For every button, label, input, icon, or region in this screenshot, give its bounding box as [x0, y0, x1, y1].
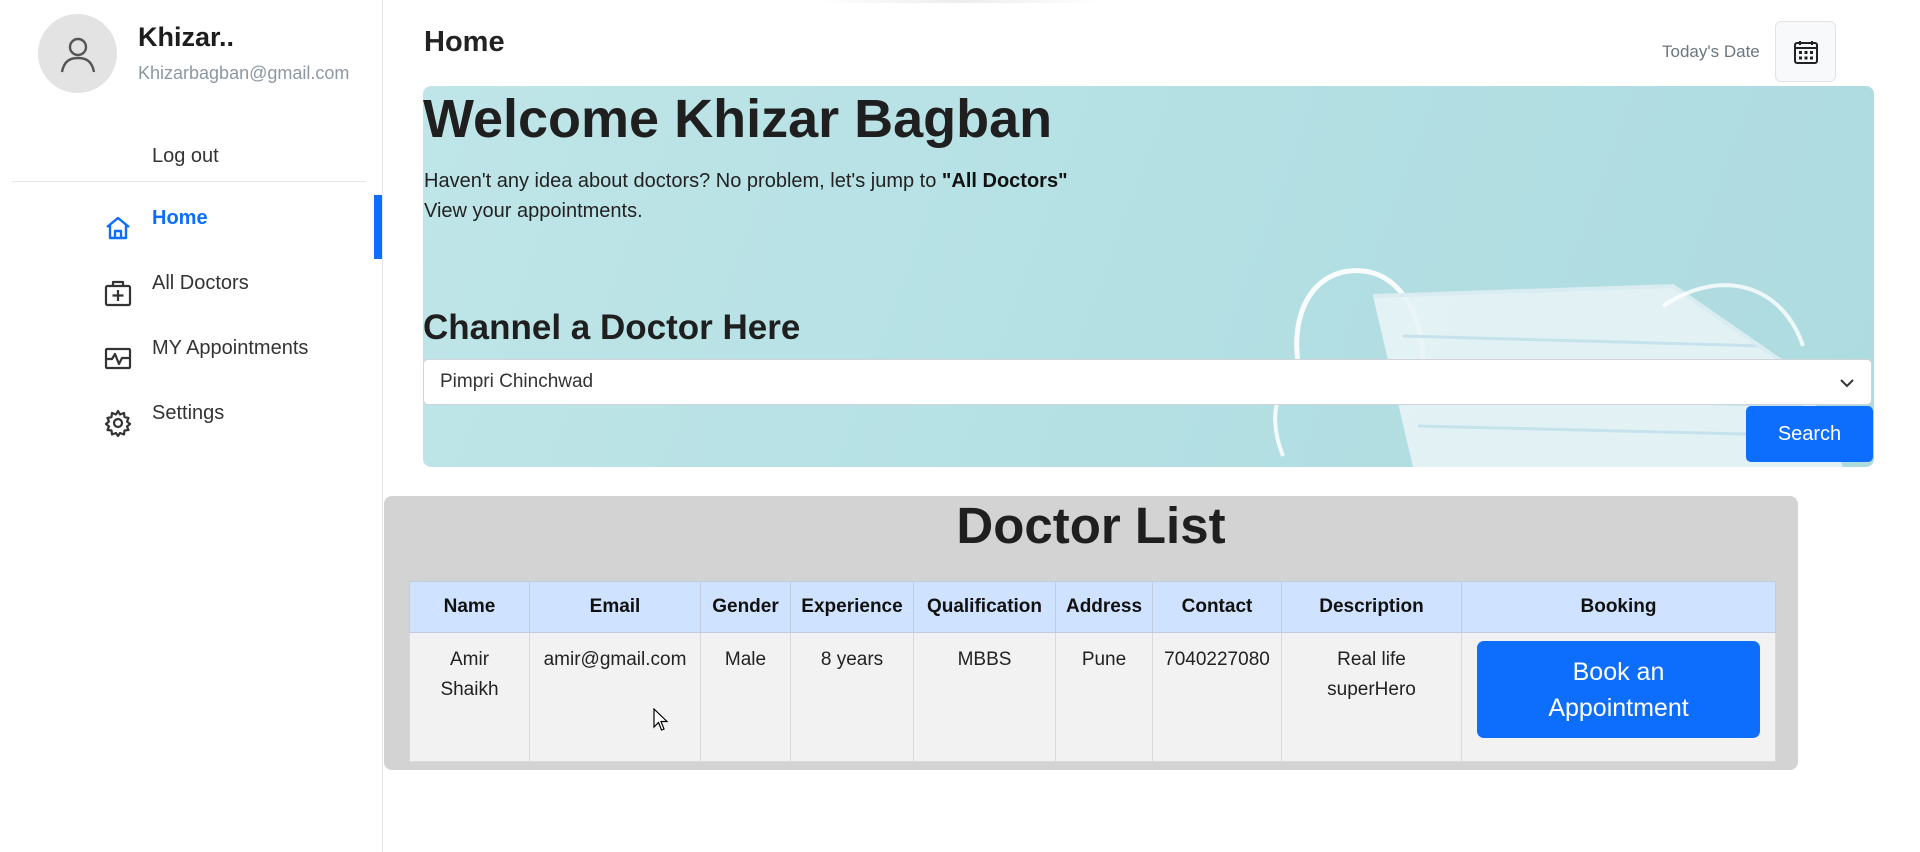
calendar-button[interactable] — [1775, 21, 1836, 82]
avatar — [38, 14, 117, 93]
cell-description: Real life superHero — [1281, 632, 1462, 762]
sidebar-item-home[interactable]: Home — [0, 195, 382, 259]
scrollbar-track[interactable] — [1914, 0, 1920, 852]
page-title: Home — [424, 26, 505, 58]
top-edge-shadow — [820, 0, 1100, 3]
col-experience: Experience — [790, 581, 914, 633]
col-name: Name — [409, 581, 530, 633]
sidebar-item-label: MY Appointments — [152, 337, 309, 359]
cell-booking: Book an Appointment — [1461, 632, 1776, 762]
table-row: Amir Shaikh amir@gmail.com Male 8 years … — [409, 632, 1776, 762]
sidebar-item-all-doctors[interactable]: All Doctors — [0, 260, 382, 324]
sidebar-item-label: Home — [152, 207, 208, 229]
heartbeat-icon — [104, 347, 132, 370]
search-button[interactable]: Search — [1746, 406, 1873, 462]
mouse-cursor-icon — [653, 708, 669, 731]
book-appointment-label: Book an Appointment — [1548, 657, 1689, 722]
cell-qualification: MBBS — [913, 632, 1056, 762]
hero-text-line2: View your appointments. — [424, 200, 643, 222]
welcome-heading: Welcome Khizar Bagban — [423, 89, 1053, 149]
today-date-label: Today's Date — [1662, 42, 1760, 61]
profile — [38, 14, 117, 93]
channel-heading: Channel a Doctor Here — [423, 308, 801, 347]
cell-experience: 8 years — [790, 632, 914, 762]
chevron-down-icon — [1840, 379, 1854, 388]
cell-email: amir@gmail.com — [529, 632, 701, 762]
sidebar-item-label: Settings — [152, 402, 225, 424]
sidebar-item-label: All Doctors — [152, 272, 249, 294]
sidebar-item-settings[interactable]: Settings — [0, 390, 382, 454]
all-doctors-link[interactable]: "All Doctors" — [942, 170, 1068, 192]
cell-gender: Male — [700, 632, 791, 762]
sidebar-item-my-appointments[interactable]: MY Appointments — [0, 325, 382, 389]
profile-email: Khizarbagban@gmail.com — [138, 63, 350, 83]
city-select[interactable]: Pimpri Chinchwad — [423, 359, 1872, 405]
doctor-table: Name Email Gender Experience Qualificati… — [409, 581, 1776, 762]
doctor-list-title: Doctor List — [956, 497, 1226, 554]
city-select-value: Pimpri Chinchwad — [440, 371, 594, 392]
table-header-row: Name Email Gender Experience Qualificati… — [409, 581, 1776, 633]
hero-text-prefix: Haven't any idea about doctors? No probl… — [424, 170, 942, 192]
book-appointment-button[interactable]: Book an Appointment — [1477, 641, 1760, 738]
col-contact: Contact — [1152, 581, 1282, 633]
sidebar-divider — [12, 181, 366, 182]
col-gender: Gender — [700, 581, 791, 633]
profile-name: Khizar.. — [138, 22, 235, 52]
col-booking: Booking — [1461, 581, 1776, 633]
active-indicator — [374, 195, 382, 259]
sidebar: Khizar.. Khizarbagban@gmail.com Log out … — [0, 0, 383, 852]
calendar-icon — [1793, 40, 1818, 64]
col-qualification: Qualification — [913, 581, 1056, 633]
medical-bag-icon — [104, 280, 132, 307]
cell-address: Pune — [1055, 632, 1153, 762]
welcome-banner: Welcome Khizar Bagban Haven't any idea a… — [423, 86, 1874, 467]
cell-contact: 7040227080 — [1152, 632, 1282, 762]
gear-icon — [104, 409, 132, 438]
col-description: Description — [1281, 581, 1462, 633]
col-email: Email — [529, 581, 701, 633]
col-address: Address — [1055, 581, 1153, 633]
logout-button[interactable]: Log out — [152, 145, 219, 168]
hero-text-line1: Haven't any idea about doctors? No probl… — [424, 170, 1068, 193]
user-icon — [60, 37, 95, 72]
doctor-list-panel: Doctor List Name Email Gender Experience… — [384, 496, 1798, 770]
cell-name: Amir Shaikh — [409, 632, 530, 762]
home-icon — [106, 216, 130, 240]
